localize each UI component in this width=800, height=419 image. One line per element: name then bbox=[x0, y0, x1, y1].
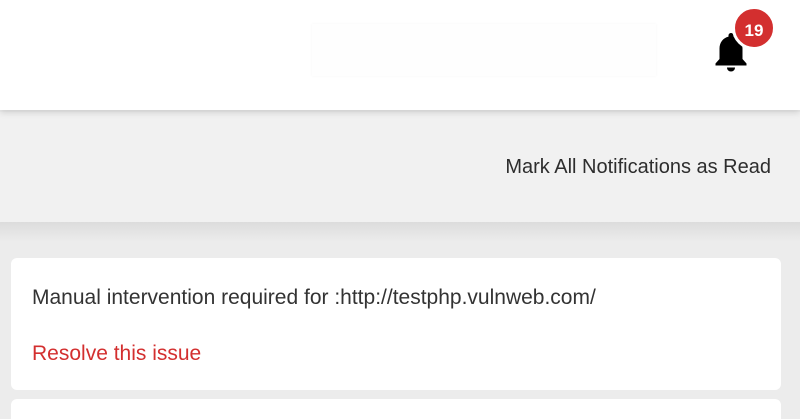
notification-count-badge: 19 bbox=[732, 6, 776, 50]
top-bar: 19 bbox=[0, 0, 800, 110]
notification-message: Manual intervention required for :http:/… bbox=[32, 286, 596, 309]
header-search-area[interactable] bbox=[312, 24, 656, 76]
resolve-issue-link[interactable]: Resolve this issue bbox=[32, 342, 201, 366]
mark-all-read-button[interactable]: Mark All Notifications as Read bbox=[505, 156, 771, 179]
notifications-toolbar: Mark All Notifications as Read bbox=[0, 112, 800, 222]
notification-card-next bbox=[11, 399, 781, 419]
notification-card: Manual intervention required for :http:/… bbox=[11, 258, 781, 390]
toolbar-divider bbox=[0, 222, 800, 242]
